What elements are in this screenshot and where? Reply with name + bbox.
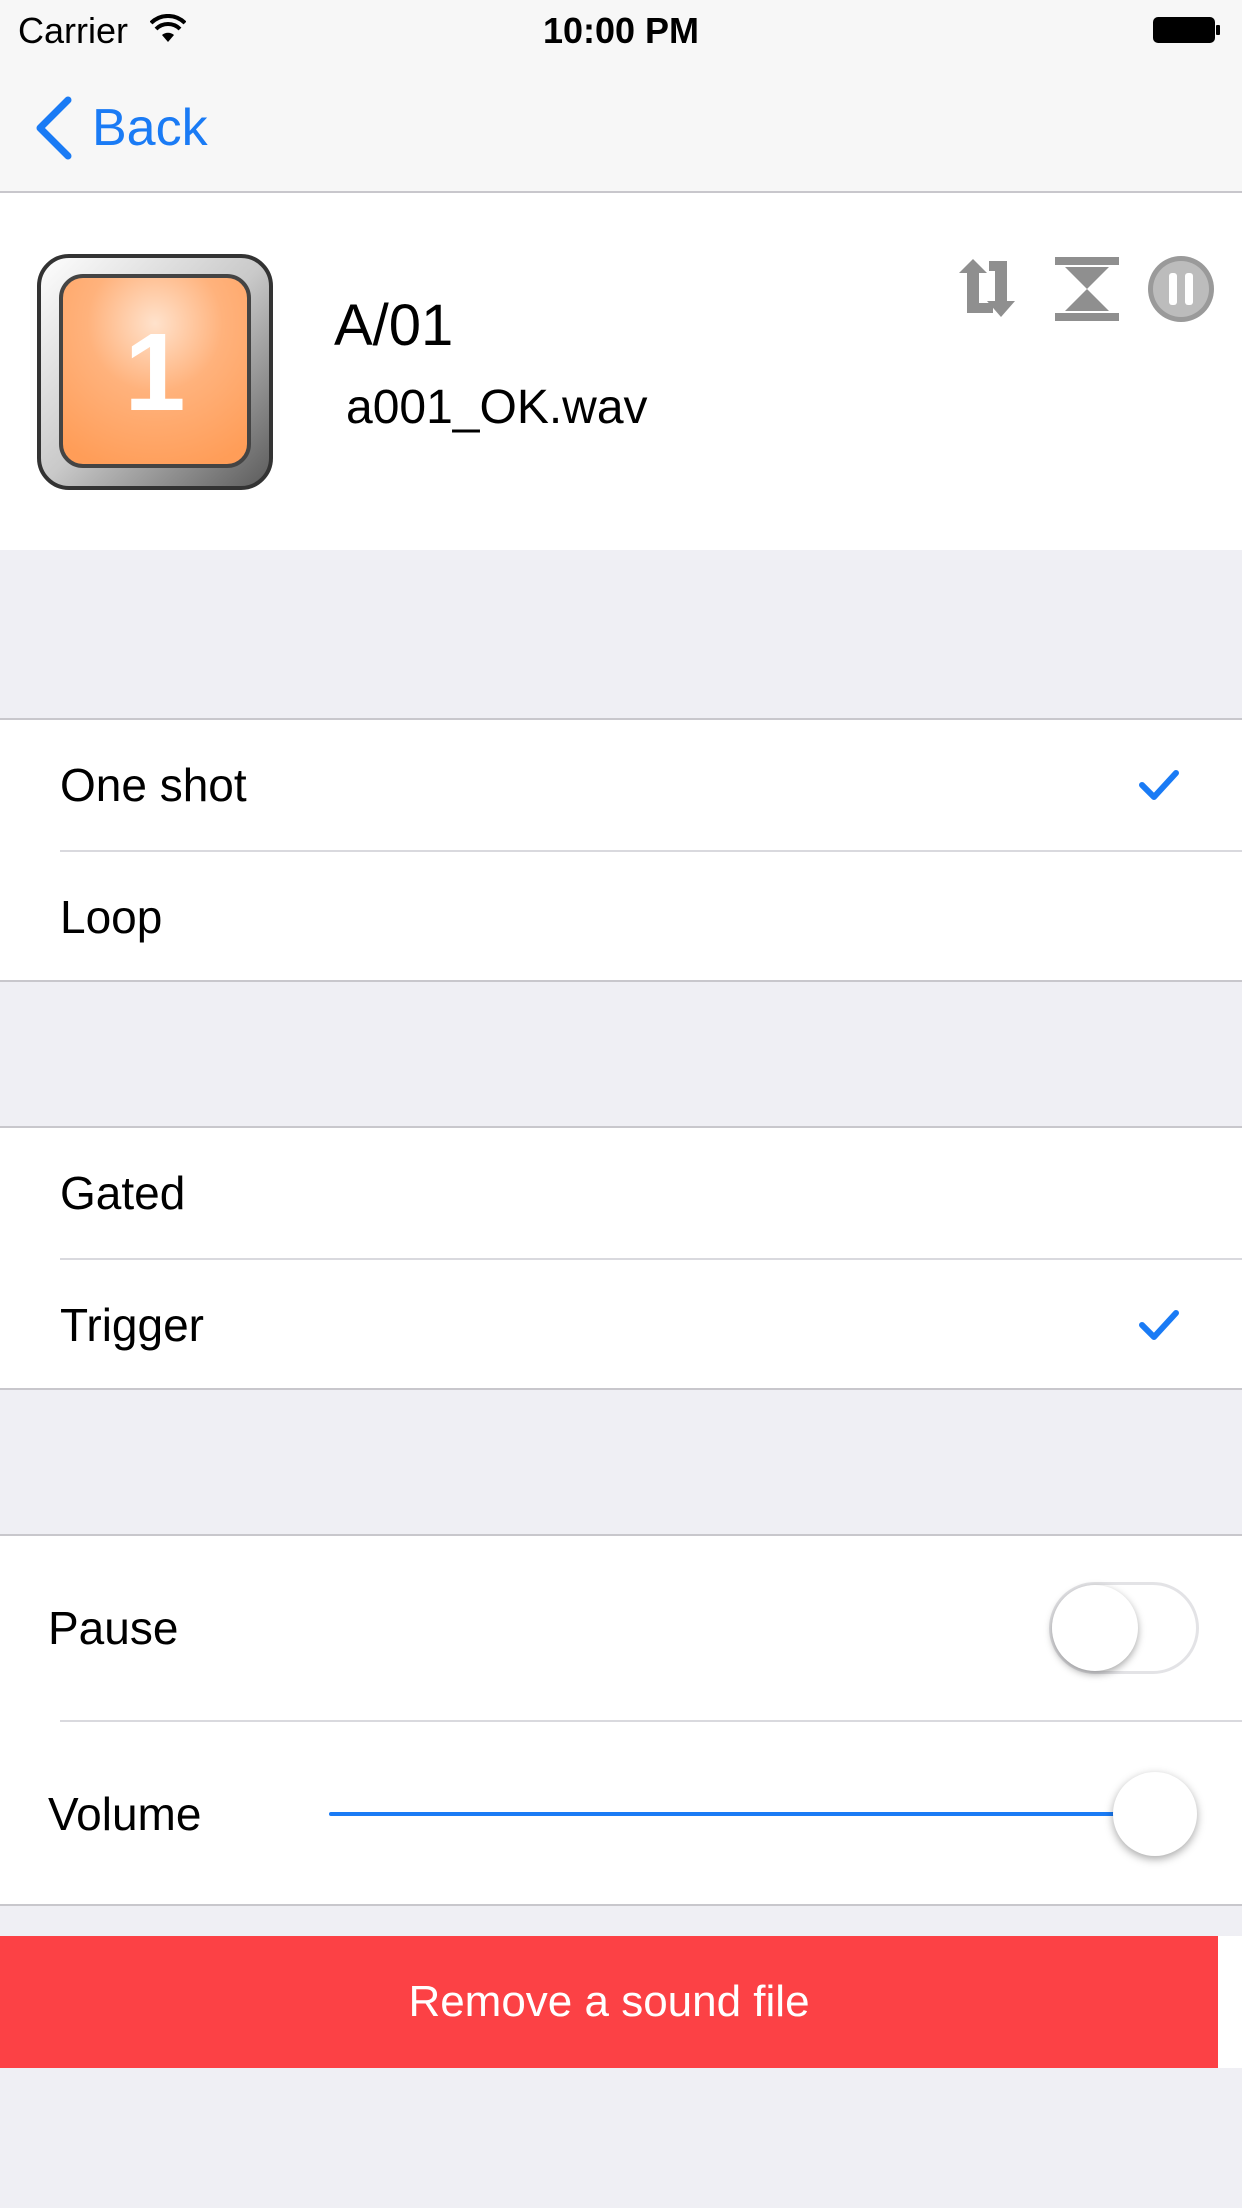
option-one-shot[interactable]: One shot [0, 720, 1242, 850]
pause-label: Pause [48, 1602, 179, 1654]
trigger-mode-section: Gated Trigger [0, 1126, 1242, 1390]
option-label: Loop [60, 891, 163, 943]
volume-slider-knob[interactable] [1113, 1772, 1197, 1856]
checkmark-icon [1139, 1310, 1179, 1340]
swap-icon[interactable] [955, 253, 1027, 325]
play-mode-section: One shot Loop [0, 718, 1242, 982]
battery-icon [1153, 17, 1220, 43]
volume-row: Volume [0, 1722, 1242, 1906]
button-edge [1218, 1936, 1242, 2068]
option-label: One shot [60, 759, 247, 811]
pad-filename: a001_OK.wav [346, 381, 648, 434]
option-label: Gated [60, 1167, 186, 1219]
volume-label: Volume [48, 1788, 202, 1840]
align-center-icon[interactable] [1051, 253, 1123, 325]
option-label: Trigger [60, 1299, 204, 1351]
status-time: 10:00 PM [542, 10, 700, 51]
remove-sound-file-button[interactable]: Remove a sound file [0, 1936, 1218, 2068]
toggle-knob [1052, 1585, 1138, 1671]
pause-row: Pause [0, 1536, 1242, 1720]
back-label: Back [92, 99, 208, 157]
pad-number: 1 [124, 310, 186, 434]
checkmark-icon [1139, 770, 1179, 800]
option-trigger[interactable]: Trigger [0, 1260, 1242, 1390]
volume-slider-track[interactable] [329, 1812, 1155, 1816]
pause-toggle[interactable] [1049, 1582, 1199, 1674]
pad-title: A/01 [334, 293, 454, 358]
back-button[interactable]: Back [34, 94, 208, 162]
option-gated[interactable]: Gated [0, 1128, 1242, 1258]
playback-settings-section: Pause Volume [0, 1534, 1242, 1906]
pause-circle-icon[interactable] [1145, 253, 1217, 325]
chevron-left-icon [36, 96, 72, 160]
option-loop[interactable]: Loop [0, 852, 1242, 982]
